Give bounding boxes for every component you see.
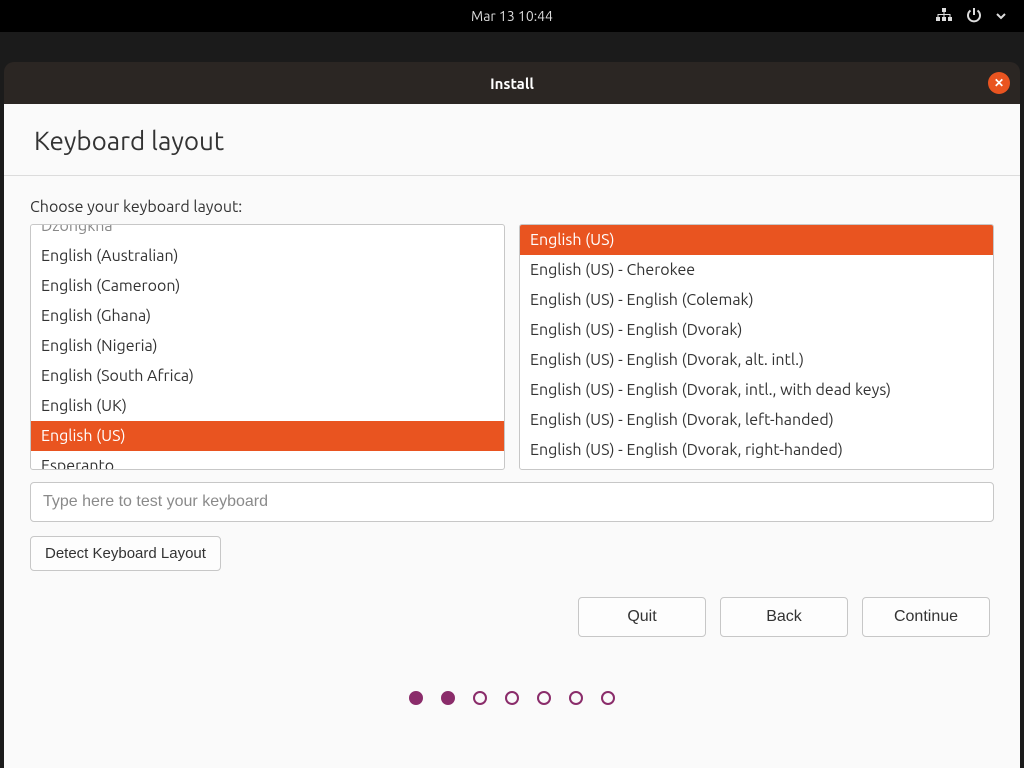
network-icon[interactable] (936, 7, 952, 26)
system-status-icons[interactable] (936, 7, 1006, 26)
list-item[interactable]: English (Cameroon) (31, 271, 504, 301)
progress-dot (569, 691, 583, 705)
installer-content: Keyboard layout Choose your keyboard lay… (4, 104, 1020, 768)
page-title: Keyboard layout (4, 104, 1020, 175)
list-item[interactable]: English (US) (31, 421, 504, 451)
progress-dot (473, 691, 487, 705)
progress-dot (537, 691, 551, 705)
list-item[interactable]: English (US) - English (Dvorak, right-ha… (520, 435, 993, 465)
prompt-label: Choose your keyboard layout: (30, 198, 994, 216)
system-top-bar: Mar 13 10:44 (0, 0, 1024, 32)
nav-buttons: Quit Back Continue (30, 597, 994, 637)
desktop-gap (0, 32, 1024, 62)
list-item[interactable]: English (US) - English (Colemak) (520, 285, 993, 315)
chevron-down-icon[interactable] (996, 8, 1006, 24)
keyboard-test-input[interactable] (30, 482, 994, 522)
window-title: Install (490, 75, 534, 92)
list-item[interactable]: Esperanto (31, 451, 504, 470)
list-item[interactable]: Dzongkha (31, 224, 504, 241)
list-item[interactable]: English (US) - English (Macintosh) (520, 465, 993, 470)
layout-country-list[interactable]: DzongkhaEnglish (Australian)English (Cam… (30, 224, 505, 470)
continue-button[interactable]: Continue (862, 597, 990, 637)
window-close-button[interactable]: ✕ (988, 72, 1010, 94)
close-icon: ✕ (994, 76, 1004, 90)
quit-button[interactable]: Quit (578, 597, 706, 637)
list-item[interactable]: English (US) - English (Dvorak, alt. int… (520, 345, 993, 375)
window-titlebar: Install ✕ (4, 62, 1020, 104)
list-item[interactable]: English (US) - English (Dvorak, intl., w… (520, 375, 993, 405)
list-item[interactable]: English (US) - English (Dvorak) (520, 315, 993, 345)
back-button[interactable]: Back (720, 597, 848, 637)
list-item[interactable]: English (Nigeria) (31, 331, 504, 361)
power-icon[interactable] (966, 7, 982, 26)
list-item[interactable]: English (Ghana) (31, 301, 504, 331)
list-item[interactable]: English (US) - English (Dvorak, left-han… (520, 405, 993, 435)
list-item[interactable]: English (Australian) (31, 241, 504, 271)
list-item[interactable]: English (South Africa) (31, 361, 504, 391)
detect-layout-button[interactable]: Detect Keyboard Layout (30, 536, 221, 571)
layout-lists: DzongkhaEnglish (Australian)English (Cam… (30, 224, 994, 470)
progress-dot (601, 691, 615, 705)
progress-dots (30, 691, 994, 705)
progress-dot (409, 691, 423, 705)
list-item[interactable]: English (US) (520, 225, 993, 255)
list-item[interactable]: English (US) - Cherokee (520, 255, 993, 285)
layout-variant-list[interactable]: English (US)English (US) - CherokeeEngli… (519, 224, 994, 470)
list-item[interactable]: English (UK) (31, 391, 504, 421)
progress-dot (505, 691, 519, 705)
progress-dot (441, 691, 455, 705)
clock: Mar 13 10:44 (471, 8, 553, 24)
